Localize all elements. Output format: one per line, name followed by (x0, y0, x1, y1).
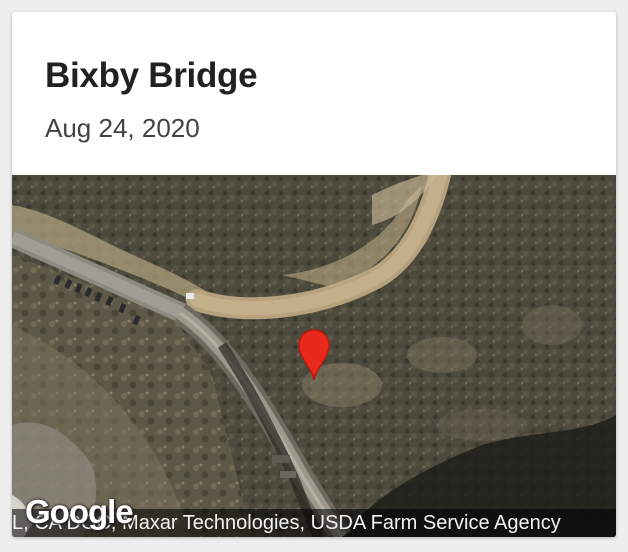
card-header: Bixby Bridge Aug 24, 2020 (12, 12, 616, 175)
place-card: Bixby Bridge Aug 24, 2020 L, CA DOC, Max… (12, 12, 616, 537)
satellite-map[interactable]: L, CA DOC, Maxar Technologies, USDA Farm… (12, 175, 616, 537)
google-logo[interactable]: Google (25, 493, 134, 531)
place-date: Aug 24, 2020 (45, 113, 200, 143)
place-title: Bixby Bridge (45, 56, 258, 95)
